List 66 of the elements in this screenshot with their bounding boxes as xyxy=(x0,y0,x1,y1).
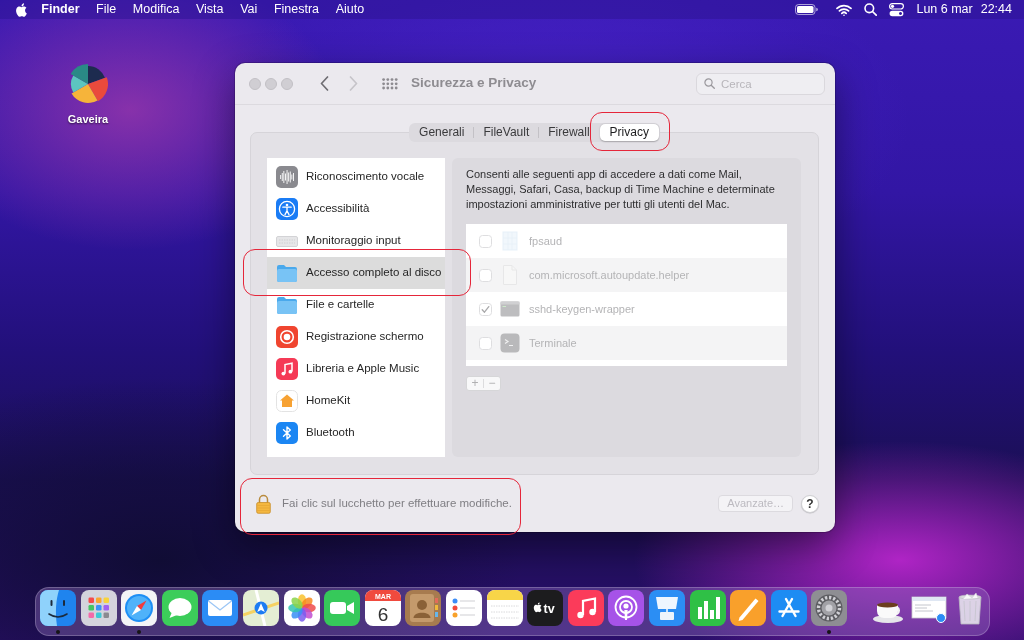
category-item[interactable]: Libreria e Apple Music xyxy=(267,353,445,385)
description-text: Consenti alle seguenti app di accedere a dati come Mail, Messaggi, Safari, Casa, backup di Time Machine e determinate impostazioni amministrative per tutti gli utenti del Mac. xyxy=(466,167,776,212)
flower-icon[interactable] xyxy=(283,590,320,626)
back-chevron-icon[interactable] xyxy=(320,76,329,91)
finder-face-icon[interactable] xyxy=(40,590,76,626)
menu-bar-clock[interactable]: 22:44 xyxy=(980,0,1012,19)
category-item[interactable]: Accessibilità xyxy=(267,193,445,225)
menu-bar-date[interactable]: Lun 6 mar xyxy=(916,0,973,19)
search-field[interactable]: Cerca xyxy=(696,72,825,95)
envelope-icon[interactable] xyxy=(202,590,239,626)
search-icon xyxy=(704,78,715,89)
app-menu[interactable]: Finder xyxy=(33,0,88,19)
contacts-book-icon[interactable] xyxy=(405,590,442,626)
menu-item[interactable]: Aiuto xyxy=(327,0,373,19)
category-item[interactable]: Accesso completo al disco xyxy=(267,257,445,289)
padlock-icon[interactable] xyxy=(256,493,271,514)
podium-icon[interactable] xyxy=(648,590,685,626)
tab[interactable]: FileVault xyxy=(474,124,539,141)
category-item[interactable]: Bluetooth xyxy=(267,417,445,449)
tab[interactable]: Privacy xyxy=(599,124,659,141)
bluetooth-icon[interactable] xyxy=(276,422,298,444)
segmented-circle-icon[interactable] xyxy=(68,64,108,104)
window-title: Sicurezza e Privacy xyxy=(411,74,537,93)
wifi-icon[interactable] xyxy=(836,3,853,16)
speech-bubble-icon[interactable] xyxy=(161,590,198,626)
category-item[interactable]: Registrazione schermo xyxy=(267,321,445,353)
tab[interactable]: Firewall xyxy=(539,124,599,141)
battery-icon[interactable] xyxy=(795,4,819,15)
apple-logo-icon[interactable] xyxy=(15,2,27,17)
lock-message: Fai clic sul lucchetto per effettuare modifiche. xyxy=(282,495,512,511)
category-item[interactable]: Riconoscimento vocale xyxy=(267,161,445,193)
checklist-icon[interactable] xyxy=(445,590,482,626)
category-item[interactable]: File e cartelle xyxy=(267,289,445,321)
pen-icon[interactable] xyxy=(730,590,767,626)
launchpad-grid-icon[interactable] xyxy=(80,590,117,626)
menu-item[interactable]: File xyxy=(87,0,125,19)
menu-item[interactable]: Finestra xyxy=(265,0,328,19)
control-center-icon[interactable] xyxy=(889,2,905,17)
waveform-icon[interactable] xyxy=(276,166,298,188)
folder-icon[interactable] xyxy=(276,294,298,316)
a-glyph-icon[interactable] xyxy=(770,590,807,626)
compass-icon[interactable] xyxy=(121,590,158,626)
category-item[interactable]: Monitoraggio input xyxy=(267,225,445,257)
menu-item[interactable]: Vista xyxy=(187,0,232,19)
record-icon[interactable] xyxy=(276,326,298,348)
tab[interactable]: Generali xyxy=(410,124,474,141)
music-note-icon[interactable] xyxy=(567,590,604,626)
menu-item[interactable]: Modifica xyxy=(124,0,188,19)
desktop-icon-label[interactable]: Gaveira xyxy=(67,111,109,128)
search-icon[interactable] xyxy=(864,3,878,16)
category-item[interactable]: HomeKit xyxy=(267,385,445,417)
calendar-day: 6 xyxy=(377,603,389,625)
video-camera-icon[interactable] xyxy=(324,590,361,626)
podcast-icon[interactable] xyxy=(608,590,645,626)
person-in-circle-icon[interactable] xyxy=(276,198,298,220)
help-button[interactable]: ? xyxy=(801,494,819,513)
map-icon[interactable] xyxy=(242,590,279,626)
tv-label: tv xyxy=(543,602,555,616)
notepad-icon[interactable] xyxy=(486,590,523,626)
gear-icon[interactable] xyxy=(811,590,848,626)
terminal-window-icon xyxy=(500,299,520,319)
tv-icon[interactable]: tv xyxy=(527,590,564,626)
menu-item[interactable]: Vai xyxy=(231,0,266,19)
bar-chart-icon[interactable] xyxy=(689,590,726,626)
terminal-icon xyxy=(500,333,520,353)
grid-icon[interactable] xyxy=(382,77,398,90)
